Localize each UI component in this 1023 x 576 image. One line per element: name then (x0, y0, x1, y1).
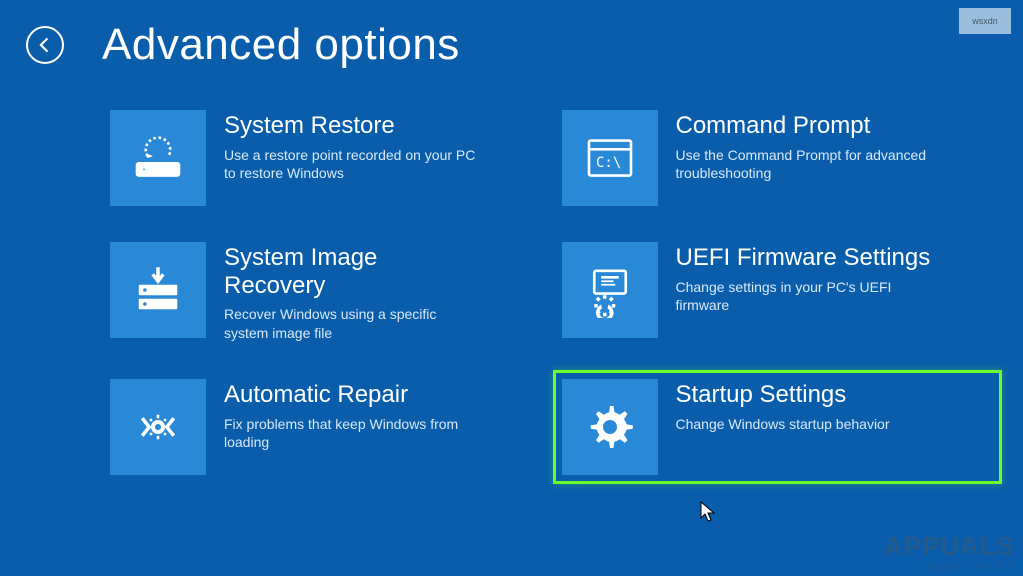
tile-system-restore (110, 110, 206, 206)
mouse-cursor-icon (700, 501, 716, 523)
tile-automatic-repair (110, 379, 206, 475)
back-arrow-icon (35, 35, 55, 55)
text-command-prompt: Command Prompt Use the Command Prompt fo… (676, 110, 936, 183)
tile-image-recovery (110, 242, 206, 338)
image-recovery-icon (130, 262, 186, 318)
repair-icon (130, 399, 186, 455)
tile-command-prompt: C:\ (562, 110, 658, 206)
title-command-prompt: Command Prompt (676, 112, 936, 140)
title-startup-settings: Startup Settings (676, 381, 890, 409)
text-image-recovery: System Image Recovery Recover Windows us… (224, 242, 484, 343)
watermark-main: APPUALS (884, 531, 1015, 562)
desc-command-prompt: Use the Command Prompt for advanced trou… (676, 146, 936, 184)
terminal-icon: C:\ (582, 130, 638, 186)
desc-system-restore: Use a restore point recorded on your PC … (224, 146, 484, 184)
watermark-box: wsxdn (959, 8, 1011, 34)
watermark: APPUALS FROM THE EX (884, 531, 1015, 572)
options-grid: System Restore Use a restore point recor… (0, 80, 1023, 475)
title-system-restore: System Restore (224, 112, 484, 140)
option-uefi-firmware[interactable]: UEFI Firmware Settings Change settings i… (562, 242, 994, 343)
text-startup-settings: Startup Settings Change Windows startup … (676, 379, 890, 433)
back-button[interactable] (26, 26, 64, 64)
option-system-restore[interactable]: System Restore Use a restore point recor… (110, 110, 542, 206)
option-image-recovery[interactable]: System Image Recovery Recover Windows us… (110, 242, 542, 343)
text-system-restore: System Restore Use a restore point recor… (224, 110, 484, 183)
header: Advanced options (0, 0, 1023, 80)
tile-uefi-firmware (562, 242, 658, 338)
title-uefi-firmware: UEFI Firmware Settings (676, 244, 936, 272)
watermark-sub: FROM THE EX (884, 562, 1015, 572)
desc-image-recovery: Recover Windows using a specific system … (224, 305, 484, 343)
desc-uefi-firmware: Change settings in your PC's UEFI firmwa… (676, 278, 936, 316)
page-title: Advanced options (102, 20, 460, 70)
desc-automatic-repair: Fix problems that keep Windows from load… (224, 415, 484, 453)
option-startup-settings[interactable]: Startup Settings Change Windows startup … (553, 370, 1003, 484)
firmware-icon (582, 262, 638, 318)
svg-text:C:\: C:\ (596, 155, 621, 171)
title-image-recovery: System Image Recovery (224, 244, 484, 299)
text-uefi-firmware: UEFI Firmware Settings Change settings i… (676, 242, 936, 315)
tile-startup-settings (562, 379, 658, 475)
restore-icon (130, 130, 186, 186)
gear-icon (582, 399, 638, 455)
desc-startup-settings: Change Windows startup behavior (676, 415, 890, 434)
option-command-prompt[interactable]: C:\ Command Prompt Use the Command Promp… (562, 110, 994, 206)
title-automatic-repair: Automatic Repair (224, 381, 484, 409)
text-automatic-repair: Automatic Repair Fix problems that keep … (224, 379, 484, 452)
option-automatic-repair[interactable]: Automatic Repair Fix problems that keep … (110, 379, 542, 475)
